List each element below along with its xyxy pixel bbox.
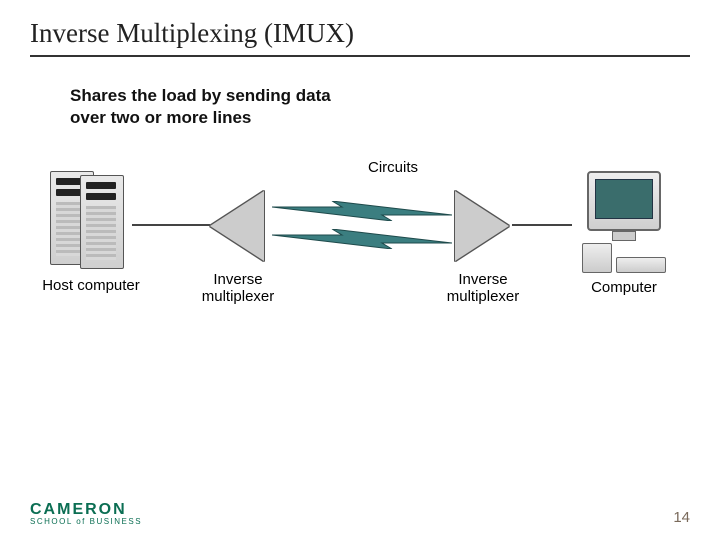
client-computer-icon: Computer	[574, 171, 674, 273]
circuit-line-1-icon	[272, 201, 452, 221]
mux-left-label: Inversemultiplexer	[202, 271, 275, 306]
inverse-multiplexer-left-icon: Inversemultiplexer	[210, 191, 266, 261]
inverse-multiplexer-right-icon: Inversemultiplexer	[455, 191, 511, 261]
slide-body-text: Shares the load by sending data over two…	[70, 85, 370, 129]
circuits-label: Circuits	[368, 159, 418, 176]
slide-title: Inverse Multiplexing (IMUX)	[30, 18, 690, 57]
page-number: 14	[673, 509, 690, 526]
host-label: Host computer	[42, 277, 140, 294]
logo-line-2: SCHOOL of BUSINESS	[30, 518, 142, 526]
computer-label: Computer	[591, 279, 657, 296]
slide-footer: CAMERON SCHOOL of BUSINESS 14	[30, 502, 690, 526]
wire-host-to-mux	[132, 224, 210, 226]
mux-right-label: Inversemultiplexer	[447, 271, 520, 306]
wire-mux-to-computer	[512, 224, 572, 226]
host-computer-icon: Host computer	[50, 171, 132, 267]
cameron-logo: CAMERON SCHOOL of BUSINESS	[30, 502, 142, 526]
logo-line-1: CAMERON	[30, 502, 142, 518]
circuit-line-2-icon	[272, 229, 452, 249]
imux-diagram: Circuits Host computer Inversemultiplexe…	[40, 159, 680, 334]
